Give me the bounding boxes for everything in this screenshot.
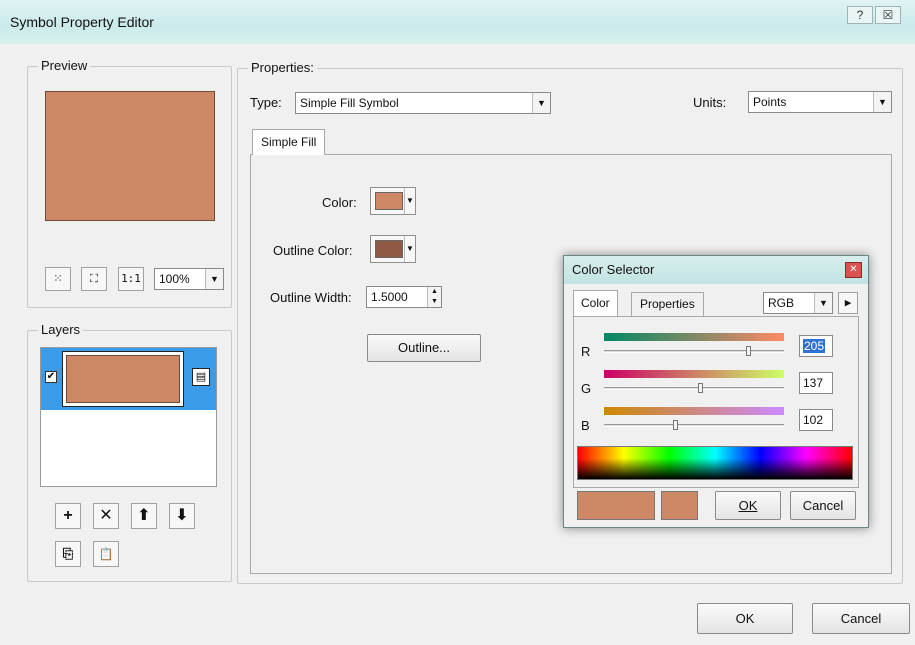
add-layer-button[interactable]: + xyxy=(55,503,81,529)
help-icon[interactable]: ? xyxy=(847,6,873,24)
type-value: Simple Fill Symbol xyxy=(300,96,399,110)
outline-width-stepper[interactable]: 1.5000 ▲ ▼ xyxy=(366,286,442,308)
type-combo[interactable]: Simple Fill Symbol ▼ xyxy=(295,92,551,114)
color-ok-button-label: OK xyxy=(738,498,758,513)
title-bar: Symbol Property Editor ? ☒ xyxy=(0,0,915,44)
blue-value: 102 xyxy=(803,413,824,427)
green-gradient xyxy=(604,370,784,378)
zoom-value: 100% xyxy=(159,272,190,286)
close-icon[interactable]: ☒ xyxy=(875,6,901,24)
red-gradient xyxy=(604,333,784,341)
preview-group: Preview ⁙ ⛶ 1:1 100% ▼ xyxy=(27,58,232,308)
ok-button[interactable]: OK xyxy=(697,603,793,634)
zoom-combo[interactable]: 100% ▼ xyxy=(154,268,224,290)
color-spectrum[interactable] xyxy=(577,446,853,480)
layers-list[interactable]: ✔ ▤ xyxy=(40,347,217,487)
fill-color-button[interactable]: ▼ xyxy=(370,187,416,215)
red-channel-label: R xyxy=(581,344,591,359)
green-slider-track[interactable] xyxy=(604,387,784,390)
outline-color-button[interactable]: ▼ xyxy=(370,235,416,263)
play-icon[interactable]: ▶ xyxy=(838,292,858,314)
preview-swatch xyxy=(45,91,215,221)
outline-button[interactable]: Outline... xyxy=(367,334,481,362)
ok-button-label: OK xyxy=(735,611,755,626)
expand-icon[interactable]: ⛶ xyxy=(81,267,107,291)
type-label: Type: xyxy=(250,95,282,110)
move-layer-up-button[interactable]: ⬆ xyxy=(131,503,157,529)
properties-legend: Properties: xyxy=(248,60,317,75)
layers-legend: Layers xyxy=(38,322,84,337)
cancel-button[interactable]: Cancel xyxy=(812,603,910,634)
color-cancel-button-label: Cancel xyxy=(802,498,844,513)
blue-slider-track[interactable] xyxy=(604,424,784,427)
red-slider-track[interactable] xyxy=(604,350,784,353)
chevron-down-icon[interactable]: ▼ xyxy=(205,269,223,289)
color-label: Color: xyxy=(322,195,357,210)
new-color-swatch xyxy=(577,491,655,520)
blue-channel-label: B xyxy=(581,418,590,433)
units-combo[interactable]: Points ▼ xyxy=(748,91,892,113)
layers-group: Layers ✔ ▤ + ✕ ⬆ ⬇ ⎘ 📋 xyxy=(27,322,232,582)
outline-button-label: Outline... xyxy=(397,340,451,355)
green-value: 137 xyxy=(803,376,824,390)
units-value: Points xyxy=(753,95,787,109)
chevron-down-icon[interactable]: ▼ xyxy=(404,236,415,262)
fill-color-swatch xyxy=(375,192,403,210)
green-value-field[interactable]: 137 xyxy=(799,372,833,394)
layer-swatch[interactable] xyxy=(62,351,184,407)
copy-layer-button[interactable]: ⎘ xyxy=(55,541,81,567)
red-value-field[interactable]: 205 xyxy=(799,335,833,357)
red-slider-thumb[interactable] xyxy=(745,346,751,356)
blue-value-field[interactable]: 102 xyxy=(799,409,833,431)
blue-gradient xyxy=(604,407,784,415)
preview-legend: Preview xyxy=(38,58,91,73)
tab-simple-fill[interactable]: Simple Fill xyxy=(252,129,326,155)
paste-layer-button[interactable]: 📋 xyxy=(93,541,119,567)
layer-swatch-fill xyxy=(66,355,180,403)
color-cancel-button[interactable]: Cancel xyxy=(790,491,856,520)
stepper-arrows-icon[interactable]: ▲ ▼ xyxy=(427,287,441,307)
fit-icon[interactable]: ⁙ xyxy=(45,267,71,291)
chevron-down-icon[interactable]: ▼ xyxy=(404,188,415,214)
color-selector-title: Color Selector xyxy=(572,262,655,277)
cancel-button-label: Cancel xyxy=(840,611,882,626)
outline-color-label: Outline Color: xyxy=(273,243,353,258)
outline-width-label: Outline Width: xyxy=(270,290,352,305)
green-slider-thumb[interactable] xyxy=(697,383,703,393)
color-ok-button[interactable]: OK xyxy=(715,491,781,520)
outline-color-swatch xyxy=(375,240,403,258)
chevron-down-icon[interactable]: ▼ xyxy=(532,93,550,113)
layer-visible-checkbox[interactable]: ✔ xyxy=(45,371,57,383)
one-to-one-icon[interactable]: 1:1 xyxy=(118,267,144,291)
color-selector-title-bar: Color Selector xyxy=(564,256,868,284)
tab-simple-fill-label: Simple Fill xyxy=(261,135,317,149)
color-model-combo[interactable]: RGB ▼ xyxy=(763,292,833,314)
outline-width-value: 1.5000 xyxy=(371,290,408,304)
layer-row[interactable]: ✔ ▤ xyxy=(41,348,216,410)
symbol-property-editor-window: Symbol Property Editor ? ☒ Preview ⁙ ⛶ 1… xyxy=(0,0,915,645)
tab-properties-label: Properties xyxy=(640,297,695,311)
tab-color-label: Color xyxy=(581,296,610,310)
window-title: Symbol Property Editor xyxy=(10,14,154,30)
layer-lock-icon[interactable]: ▤ xyxy=(192,368,210,386)
green-channel-label: G xyxy=(581,381,592,396)
title-bar-buttons: ? ☒ xyxy=(847,6,901,24)
chevron-down-icon[interactable]: ▼ xyxy=(873,92,891,112)
tab-properties[interactable]: Properties xyxy=(631,292,704,316)
red-value: 205 xyxy=(803,339,826,353)
move-layer-down-button[interactable]: ⬇ xyxy=(169,503,195,529)
remove-layer-button[interactable]: ✕ xyxy=(93,503,119,529)
units-label: Units: xyxy=(693,95,727,110)
old-color-swatch xyxy=(661,491,698,520)
tab-color[interactable]: Color xyxy=(573,290,618,316)
blue-slider-thumb[interactable] xyxy=(673,420,678,430)
close-icon[interactable]: ✕ xyxy=(845,262,862,278)
chevron-down-icon[interactable]: ▼ xyxy=(814,293,832,313)
color-model-value: RGB xyxy=(768,296,795,310)
color-selector-dialog: Color Selector ✕ Color Properties RGB ▼ … xyxy=(563,255,869,528)
